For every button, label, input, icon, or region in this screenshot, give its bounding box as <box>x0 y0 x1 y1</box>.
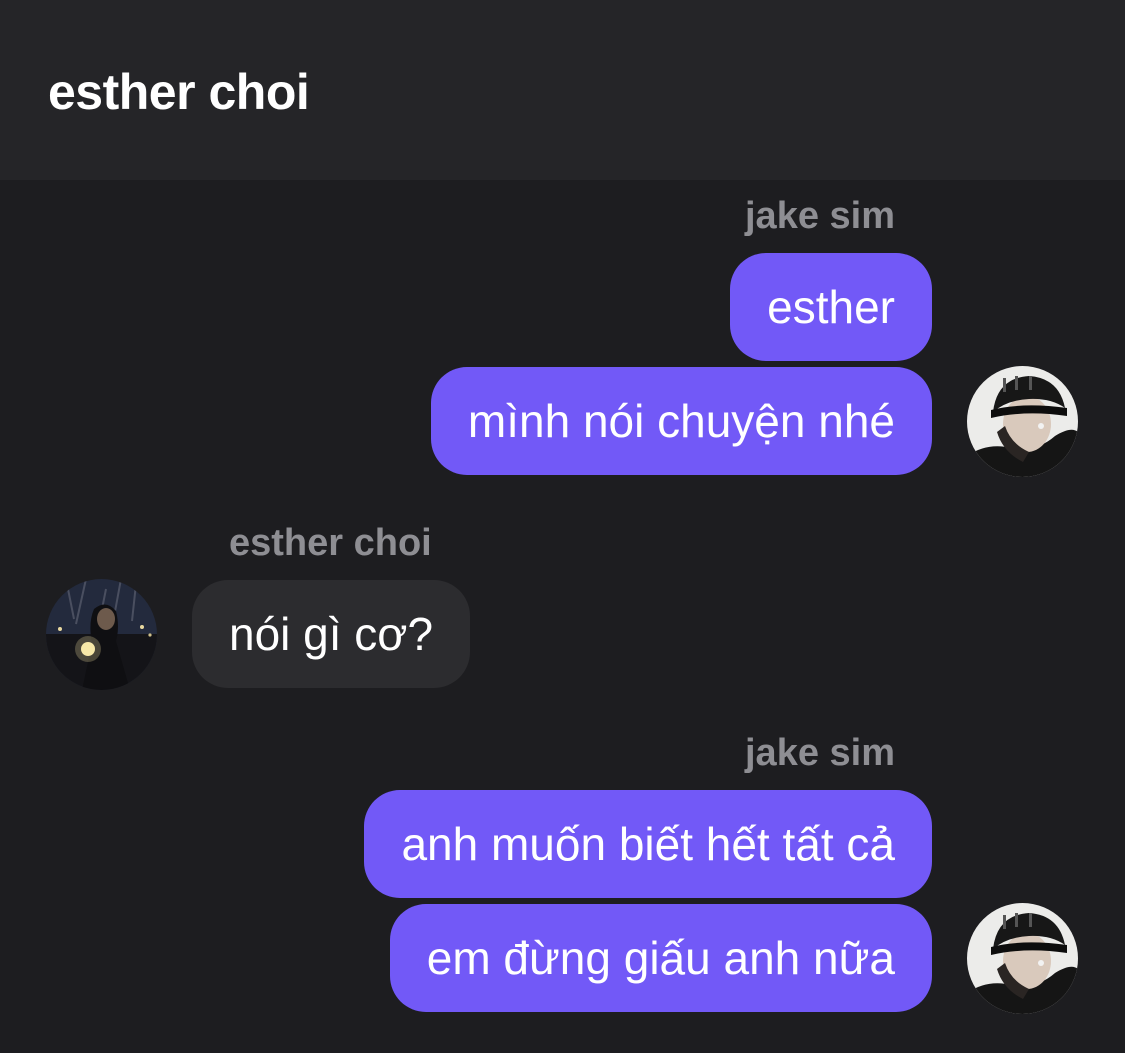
sender-name: jake sim <box>745 732 895 774</box>
message-bubble-outgoing[interactable]: em đừng giấu anh nữa <box>389 904 932 1012</box>
message-bubble-outgoing[interactable]: anh muốn biết hết tất cả <box>364 790 932 898</box>
sender-name: esther choi <box>229 522 432 564</box>
sender-name: jake sim <box>745 195 895 237</box>
avatar-esther-choi[interactable] <box>46 579 157 690</box>
conversation-title: esther choi <box>48 64 310 120</box>
chat-header: esther choi <box>0 0 1125 180</box>
message-bubble-incoming[interactable]: nói gì cơ? <box>192 580 471 688</box>
avatar-jake-sim[interactable] <box>967 366 1078 477</box>
message-bubble-outgoing[interactable]: esther <box>730 253 932 361</box>
avatar-jake-sim[interactable] <box>967 903 1078 1014</box>
message-bubble-outgoing[interactable]: mình nói chuyện nhé <box>430 367 932 475</box>
chat-screen: esther choi jake sim esther mình nói chu… <box>0 0 1125 1053</box>
